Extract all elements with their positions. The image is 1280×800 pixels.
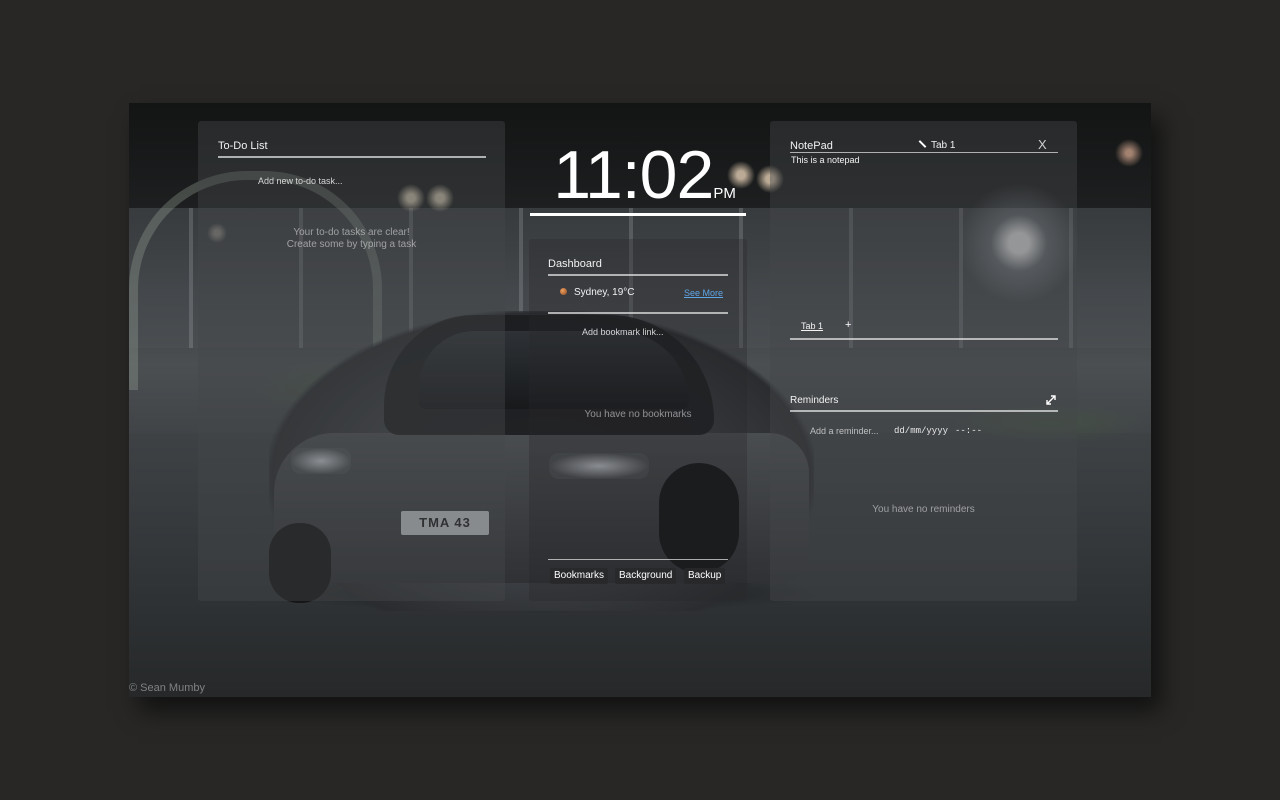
notepad-active-tab: Tab 1 xyxy=(931,140,955,151)
clock: 11:02PM xyxy=(547,139,742,211)
notepad-tabs-divider xyxy=(790,338,1058,340)
reminders-title: Reminders xyxy=(790,395,838,406)
bookmarks-button[interactable]: Bookmarks xyxy=(550,568,608,584)
pencil-icon[interactable] xyxy=(919,140,927,148)
reminders-title-divider xyxy=(790,410,1058,412)
clock-underline xyxy=(530,213,746,216)
todo-title: To-Do List xyxy=(218,140,268,152)
expand-icon[interactable] xyxy=(1045,393,1057,405)
notepad-textarea[interactable]: This is a notepad xyxy=(791,155,860,165)
todo-input[interactable]: Add new to-do task... xyxy=(258,176,343,186)
weather-icon xyxy=(560,288,567,295)
weather-text: Sydney, 19°C xyxy=(574,287,635,298)
reminder-date-input[interactable]: dd/mm/yyyy xyxy=(894,426,948,436)
reminder-input[interactable]: Add a reminder... xyxy=(810,426,879,436)
new-tab-page: TMA 43 To-Do List Add new to-do task... … xyxy=(129,103,1151,697)
dashboard-footer-divider xyxy=(548,559,728,560)
todo-empty-message: Your to-do tasks are clear! Create some … xyxy=(198,227,505,251)
clock-ampm: PM xyxy=(713,185,736,202)
weather-see-more-link[interactable]: See More xyxy=(684,288,723,298)
reminder-time-input[interactable]: --:-- xyxy=(955,426,982,436)
notepad-title-divider xyxy=(790,152,1058,153)
add-tab-button[interactable]: + xyxy=(845,319,851,331)
notepad-panel: NotePad Tab 1 X This is a notepad Tab 1 … xyxy=(770,121,1077,601)
todo-empty-line: Your to-do tasks are clear! xyxy=(198,227,505,239)
dashboard-panel: Dashboard Sydney, 19°C See More Add book… xyxy=(529,239,747,601)
dashboard-title-divider xyxy=(548,274,728,276)
weather-divider xyxy=(548,312,728,314)
close-icon[interactable]: X xyxy=(1038,137,1047,152)
backup-button[interactable]: Backup xyxy=(684,568,725,584)
dashboard-title: Dashboard xyxy=(548,258,602,270)
wallpaper-credit: © Sean Mumby xyxy=(129,682,205,694)
bookmarks-empty-message: You have no bookmarks xyxy=(529,409,747,420)
notepad-title: NotePad xyxy=(790,140,833,152)
clock-time: 11:02 xyxy=(553,137,713,213)
todo-empty-line: Create some by typing a task xyxy=(198,239,505,251)
notepad-tab-1[interactable]: Tab 1 xyxy=(801,321,823,331)
todo-panel: To-Do List Add new to-do task... Your to… xyxy=(198,121,505,601)
reminders-empty-message: You have no reminders xyxy=(770,504,1077,515)
bookmark-input[interactable]: Add bookmark link... xyxy=(582,327,664,337)
background-button[interactable]: Background xyxy=(615,568,676,584)
todo-title-divider xyxy=(218,156,486,158)
